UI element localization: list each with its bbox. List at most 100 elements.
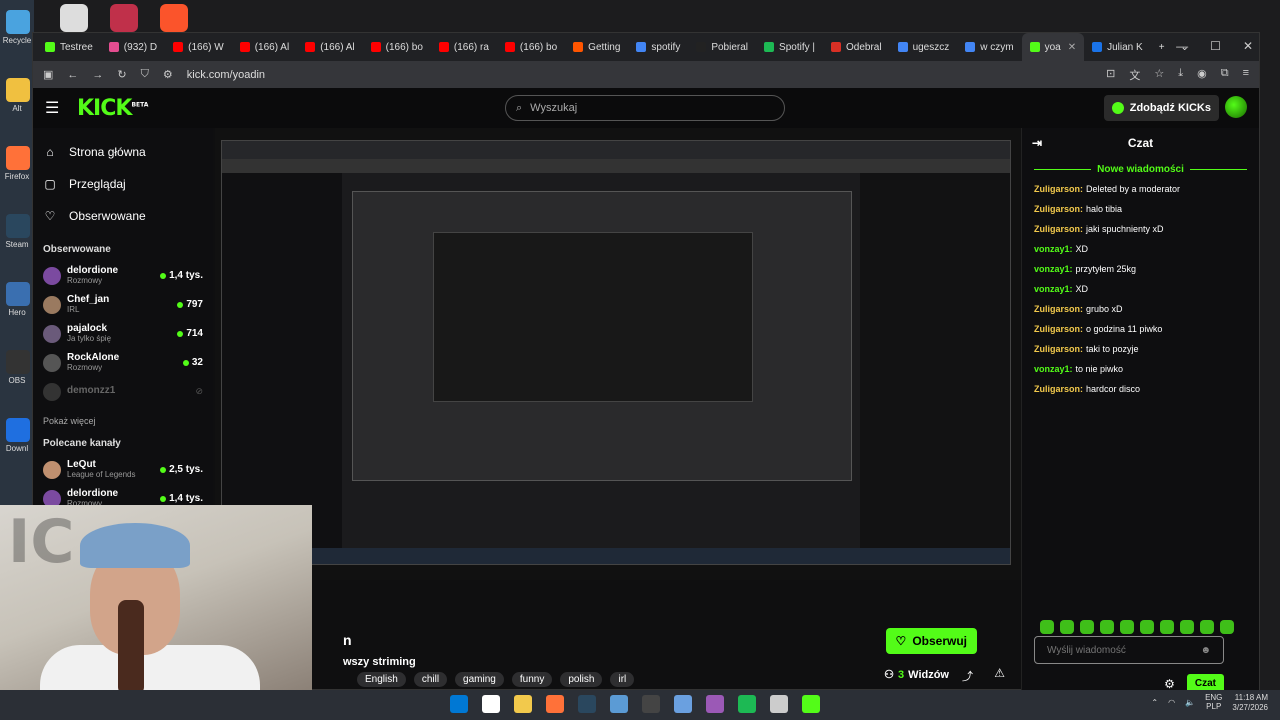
desktop-app-icon[interactable] [6,418,30,442]
language-indicator[interactable]: ENG PLP [1205,693,1222,712]
taskbar-app-icon[interactable] [706,695,724,713]
sidebar-nav-item[interactable]: ♡ Obserwowane [43,200,203,232]
wifi-icon[interactable]: ◠ [1168,698,1175,707]
browser-tab[interactable]: (932) D [101,33,165,61]
emote-icon[interactable] [1140,620,1154,634]
taskbar-app-icon[interactable] [770,695,788,713]
channel-item[interactable]: delordione Rozmowy 1,4 tys. [43,261,203,290]
desktop-app-icon[interactable] [6,214,30,238]
taskbar-app-icon[interactable] [482,695,500,713]
browser-tab[interactable]: Getting [565,33,628,61]
taskbar-app-icon[interactable] [514,695,532,713]
video-player[interactable] [215,128,1021,580]
stream-category[interactable]: wszy striming [343,656,416,668]
taskbar-app-icon[interactable] [802,695,820,713]
minimize-button[interactable]: — [1176,39,1188,53]
taskbar-app-icon[interactable] [610,695,628,713]
channel-item[interactable]: demonzz1 ⊘ [43,377,203,406]
browser-tab[interactable]: w czym [957,33,1021,61]
tag-chip[interactable]: polish [560,672,603,687]
tray-chevron-icon[interactable]: ⌃ [1151,698,1158,707]
emote-icon[interactable] [1220,620,1234,634]
browser-tab[interactable]: ugeszcz [890,33,958,61]
download-icon[interactable]: ⤓ [1178,67,1183,83]
chat-username[interactable]: Zuligarson: [1034,224,1083,234]
follow-button[interactable]: ♡ Obserwuj [885,628,977,654]
install-icon[interactable]: ⊡ [1106,67,1115,83]
emote-icon[interactable] [1200,620,1214,634]
browser-tab[interactable]: (166) Al [297,33,362,61]
bookmark-star-icon[interactable]: ☆ [1154,67,1164,83]
back-icon[interactable]: ← [67,69,78,81]
show-more-link[interactable]: Pokaż więcej [43,416,203,426]
site-info-icon[interactable]: ⚙ [163,68,173,81]
profile-icon[interactable]: ◉ [1197,67,1207,83]
chat-username[interactable]: vonzay1: [1034,284,1073,294]
translate-icon[interactable]: 文 [1129,67,1140,83]
tag-chip[interactable]: gaming [455,672,504,687]
emote-icon[interactable] [1180,620,1194,634]
browser-tab[interactable]: (166) ra [431,33,497,61]
chat-username[interactable]: Zuligarson: [1034,324,1083,334]
browser-tab[interactable]: yoa ✕ [1021,33,1085,61]
shield-icon[interactable]: ⛉ [141,68,149,81]
menu-icon[interactable]: ≡ [1243,67,1249,83]
browser-tab[interactable]: (166) W [165,33,232,61]
emote-icon[interactable] [1100,620,1114,634]
taskbar-app-icon[interactable] [674,695,692,713]
tag-chip[interactable]: chill [413,672,448,687]
taskbar-app-icon[interactable] [546,695,564,713]
extensions-icon[interactable]: ⧉ [1221,67,1229,83]
sidebar-toggle-icon[interactable]: ▣ [43,68,53,81]
url-field[interactable]: kick.com/yoadin [187,69,265,81]
browser-tab[interactable]: (166) Al [232,33,297,61]
chat-username[interactable]: Zuligarson: [1034,304,1083,314]
chat-input[interactable]: ☻ [1034,636,1224,664]
chat-username[interactable]: Zuligarson: [1034,344,1083,354]
emote-icon[interactable] [1040,620,1054,634]
chat-username[interactable]: vonzay1: [1034,364,1073,374]
emote-icon[interactable] [1060,620,1074,634]
volume-icon[interactable]: 🔈 [1185,698,1195,707]
channel-item[interactable]: LeQut League of Legends 2,5 tys. [43,455,203,484]
emote-icon[interactable] [1080,620,1094,634]
report-icon[interactable]: ⚠ [994,666,1005,680]
chat-username[interactable]: vonzay1: [1034,244,1073,254]
chat-username[interactable]: Zuligarson: [1034,384,1083,394]
sidebar-nav-item[interactable]: ⌂ Strona główna [43,136,203,168]
user-avatar[interactable] [1225,96,1247,118]
browser-tab[interactable]: Julian K [1084,33,1151,61]
hamburger-menu-icon[interactable]: ☰ [45,98,69,118]
new-tab-button[interactable]: + [1151,33,1173,61]
close-button[interactable]: ✕ [1243,39,1253,53]
emote-icon[interactable] [1120,620,1134,634]
taskbar-app-icon[interactable] [642,695,660,713]
emote-icon[interactable] [1160,620,1174,634]
search-input[interactable]: ⌕ Wyszukaj [505,95,785,121]
app-icon[interactable] [60,4,88,32]
browser-tab[interactable]: Spotify | [756,33,823,61]
channel-item[interactable]: Chef_jan IRL 797 [43,290,203,319]
browser-tab[interactable]: (166) bo [363,33,431,61]
desktop-app-icon[interactable] [6,146,30,170]
browser-tab[interactable]: Testree [37,33,101,61]
sidebar-nav-item[interactable]: ▢ Przeglądaj [43,168,203,200]
chat-username[interactable]: Zuligarson: [1034,204,1083,214]
emoji-icon[interactable]: ☻ [1200,645,1211,656]
tag-chip[interactable]: irl [610,672,635,687]
clock[interactable]: 11:18 AM 3/27/2026 [1232,693,1268,712]
forward-icon[interactable]: → [92,69,103,81]
chat-username[interactable]: Zuligarson: [1034,184,1083,194]
brave-icon[interactable] [160,4,188,32]
taskbar-app-icon[interactable] [738,695,756,713]
chat-message-field[interactable] [1047,644,1187,656]
taskbar-app-icon[interactable] [578,695,596,713]
share-icon[interactable]: ⤴ [962,668,973,684]
chat-username[interactable]: vonzay1: [1034,264,1073,274]
kick-logo[interactable]: KICKBETA [77,96,148,121]
gear-icon[interactable]: ⚙ [1164,677,1175,691]
browser-tab[interactable]: (166) bo [497,33,565,61]
tag-chip[interactable]: English [357,672,406,687]
browser-tab[interactable]: spotify [628,33,688,61]
desktop-app-icon[interactable] [6,350,30,374]
